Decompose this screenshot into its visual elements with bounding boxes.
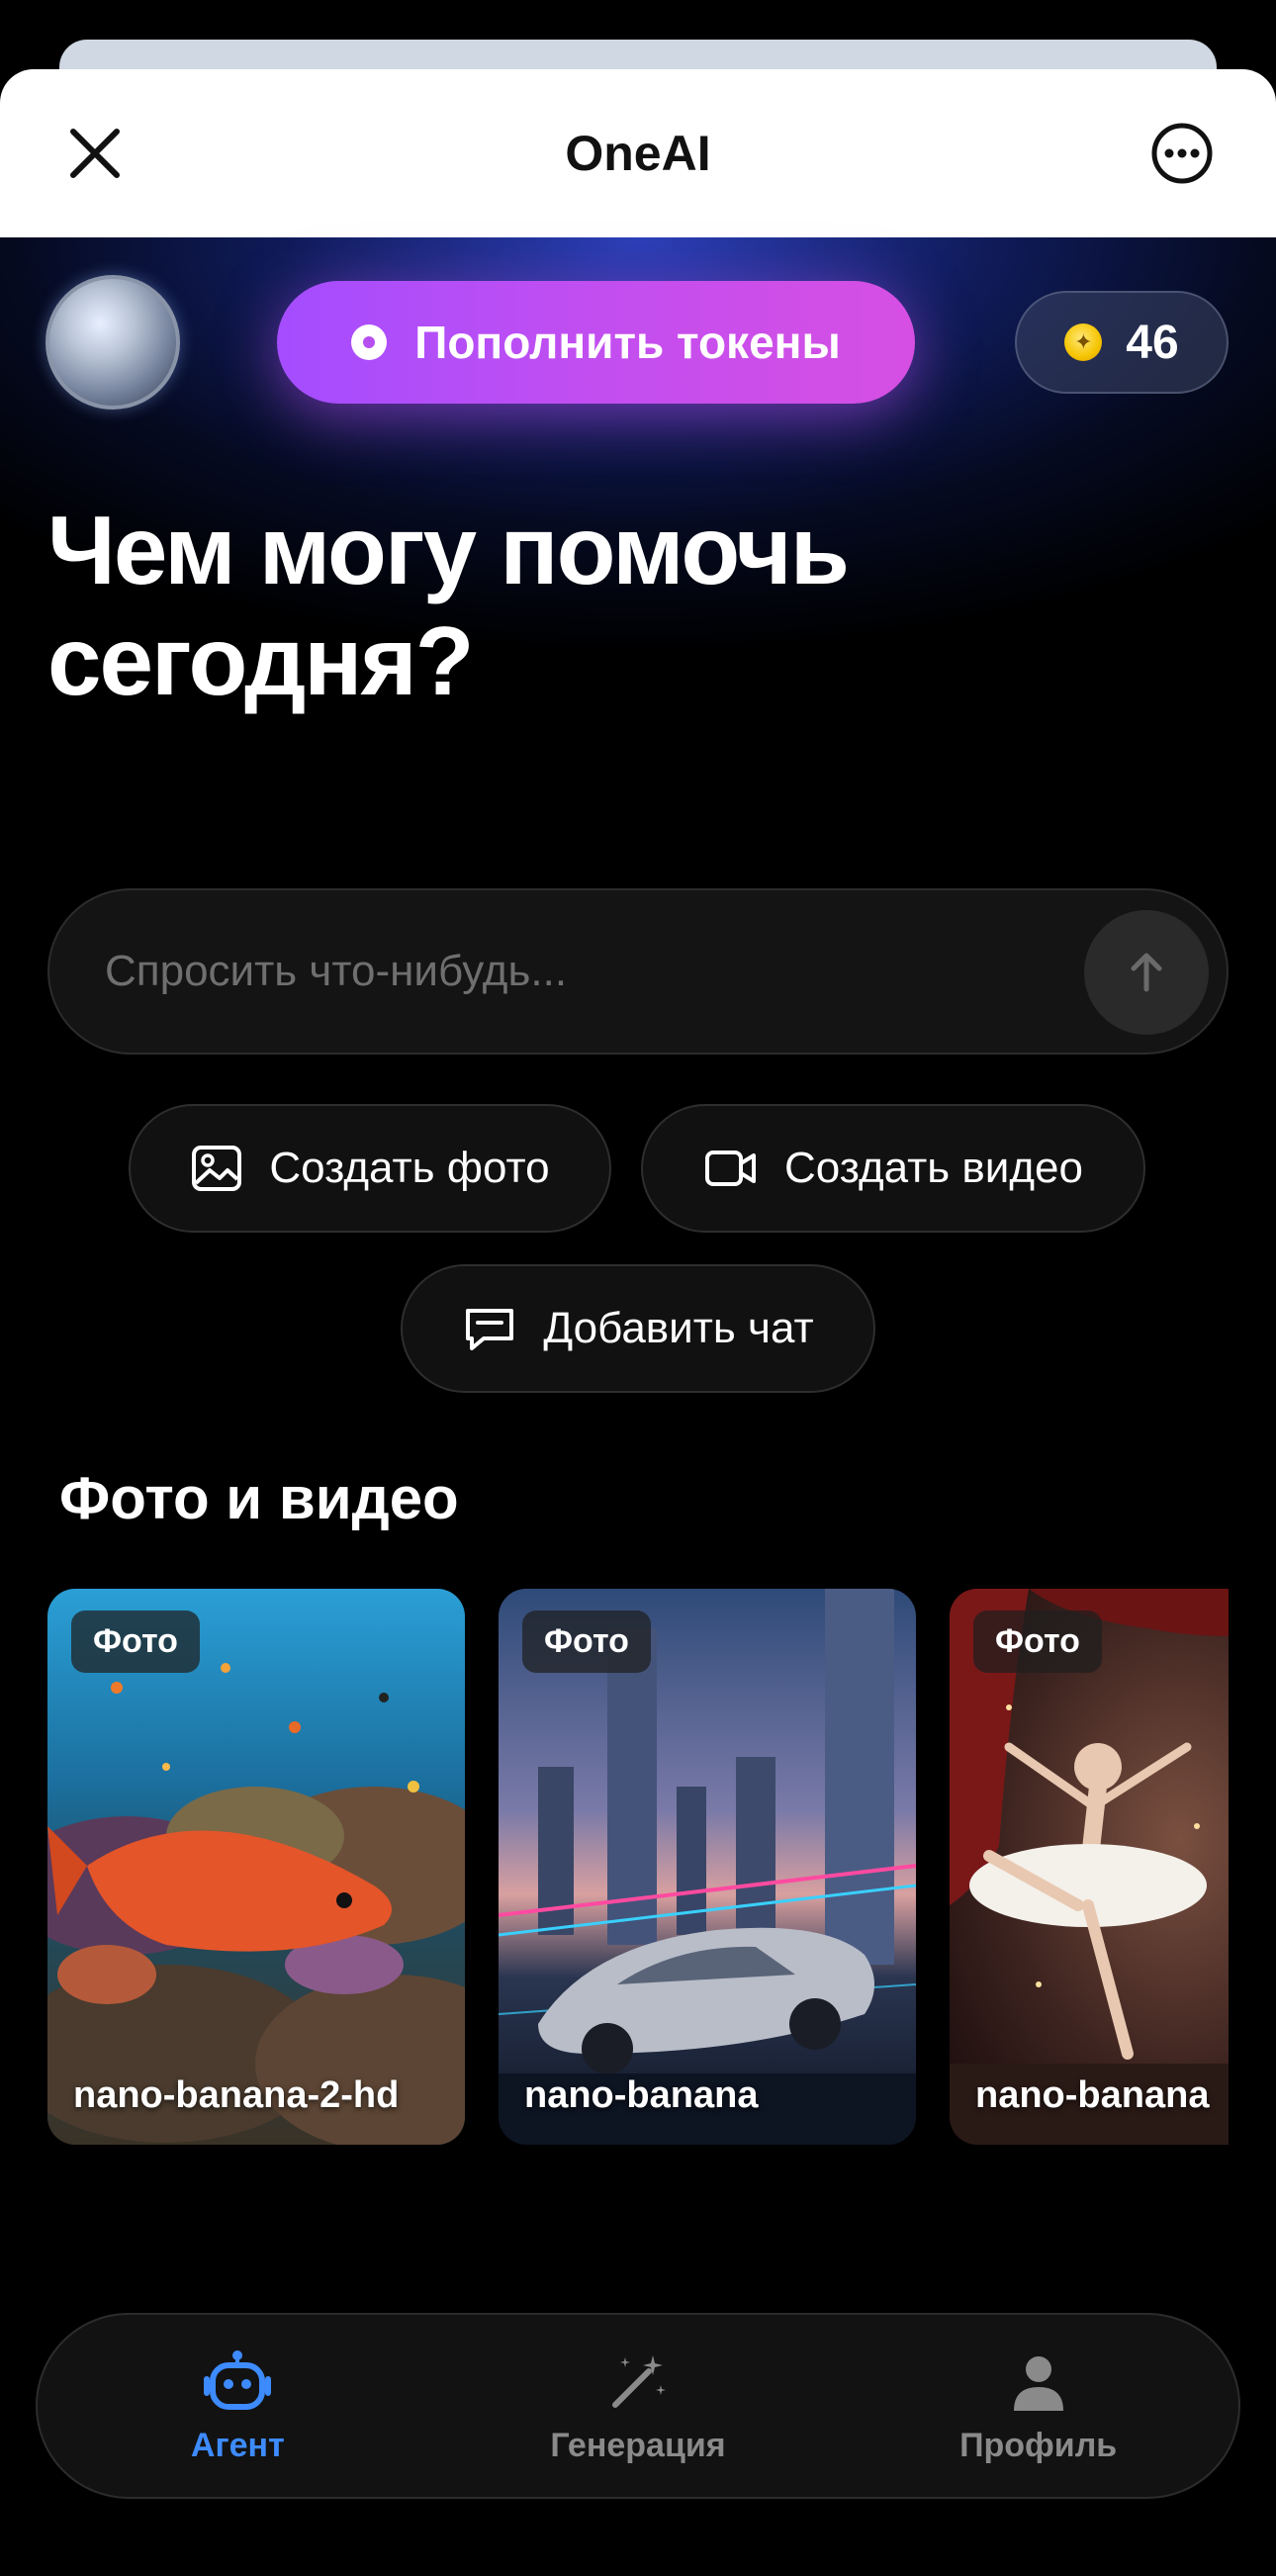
headline-line-2: сегодня?: [47, 606, 475, 715]
model-name: nano-banana-2-hd: [73, 2074, 400, 2116]
mini-app-header: OneAI: [0, 69, 1276, 237]
create-photo-button[interactable]: Создать фото: [129, 1104, 611, 1233]
coin-icon: ✦: [1064, 323, 1103, 361]
tab-generation-label: Генерация: [550, 2426, 726, 2464]
close-icon: [70, 129, 120, 178]
tab-generation[interactable]: Генерация: [490, 2347, 786, 2465]
top-up-tokens-button[interactable]: Пополнить токены: [277, 281, 915, 404]
ask-input[interactable]: [105, 890, 1054, 1053]
tab-profile[interactable]: Профиль: [890, 2347, 1187, 2465]
create-photo-label: Создать фото: [269, 1144, 550, 1192]
media-card[interactable]: Фото nano-banana: [950, 1589, 1229, 2145]
headline-line-1: Чем могу помочь: [47, 496, 850, 604]
image-icon: [192, 1146, 242, 1191]
robot-icon: [204, 2349, 272, 2410]
app-screen: OneAI Пополнить токены ✦ 46 Чем могу пом…: [0, 0, 1276, 2576]
tab-profile-label: Профиль: [959, 2426, 1118, 2464]
person-icon: [1013, 2355, 1063, 2411]
token-count: 46: [1126, 316, 1179, 369]
token-balance[interactable]: ✦ 46: [1015, 291, 1229, 394]
app-title: OneAI: [565, 126, 711, 181]
bottom-tab-bar: Агент Генерация Профиль: [36, 2313, 1240, 2499]
model-name: nano-banana: [975, 2074, 1210, 2116]
media-type-badge: Фото: [522, 1610, 651, 1673]
arrow-up-icon: [1131, 953, 1162, 992]
send-button[interactable]: [1084, 910, 1209, 1035]
avatar[interactable]: [46, 275, 180, 410]
magic-wand-icon: [611, 2354, 666, 2408]
section-title: Фото и видео: [59, 1465, 459, 1531]
plus-circle-icon: [351, 324, 388, 360]
media-carousel[interactable]: Фото nano-banana-2-hd Фото nano-banana Ф…: [47, 1589, 1229, 2145]
model-name: nano-banana: [524, 2074, 759, 2116]
ask-bar: [47, 888, 1229, 1055]
media-card[interactable]: Фото nano-banana: [499, 1589, 916, 2145]
more-icon: [1151, 123, 1213, 184]
close-button[interactable]: [59, 118, 131, 189]
create-video-label: Создать видео: [783, 1144, 1083, 1192]
media-type-badge: Фото: [973, 1610, 1102, 1673]
page-headline: Чем могу помочь сегодня?: [47, 495, 1136, 716]
video-camera-icon: [704, 1150, 756, 1186]
create-video-button[interactable]: Создать видео: [641, 1104, 1145, 1233]
add-chat-label: Добавить чат: [543, 1304, 814, 1352]
tab-agent-label: Агент: [190, 2426, 285, 2464]
media-card[interactable]: Фото nano-banana-2-hd: [47, 1589, 465, 2145]
media-type-badge: Фото: [71, 1610, 200, 1673]
top-up-label: Пополнить токены: [414, 317, 841, 368]
tab-agent[interactable]: Агент: [89, 2347, 386, 2465]
add-chat-button[interactable]: Добавить чат: [401, 1264, 875, 1393]
chat-bubble-icon: [466, 1309, 514, 1350]
more-options-button[interactable]: [1147, 119, 1217, 188]
